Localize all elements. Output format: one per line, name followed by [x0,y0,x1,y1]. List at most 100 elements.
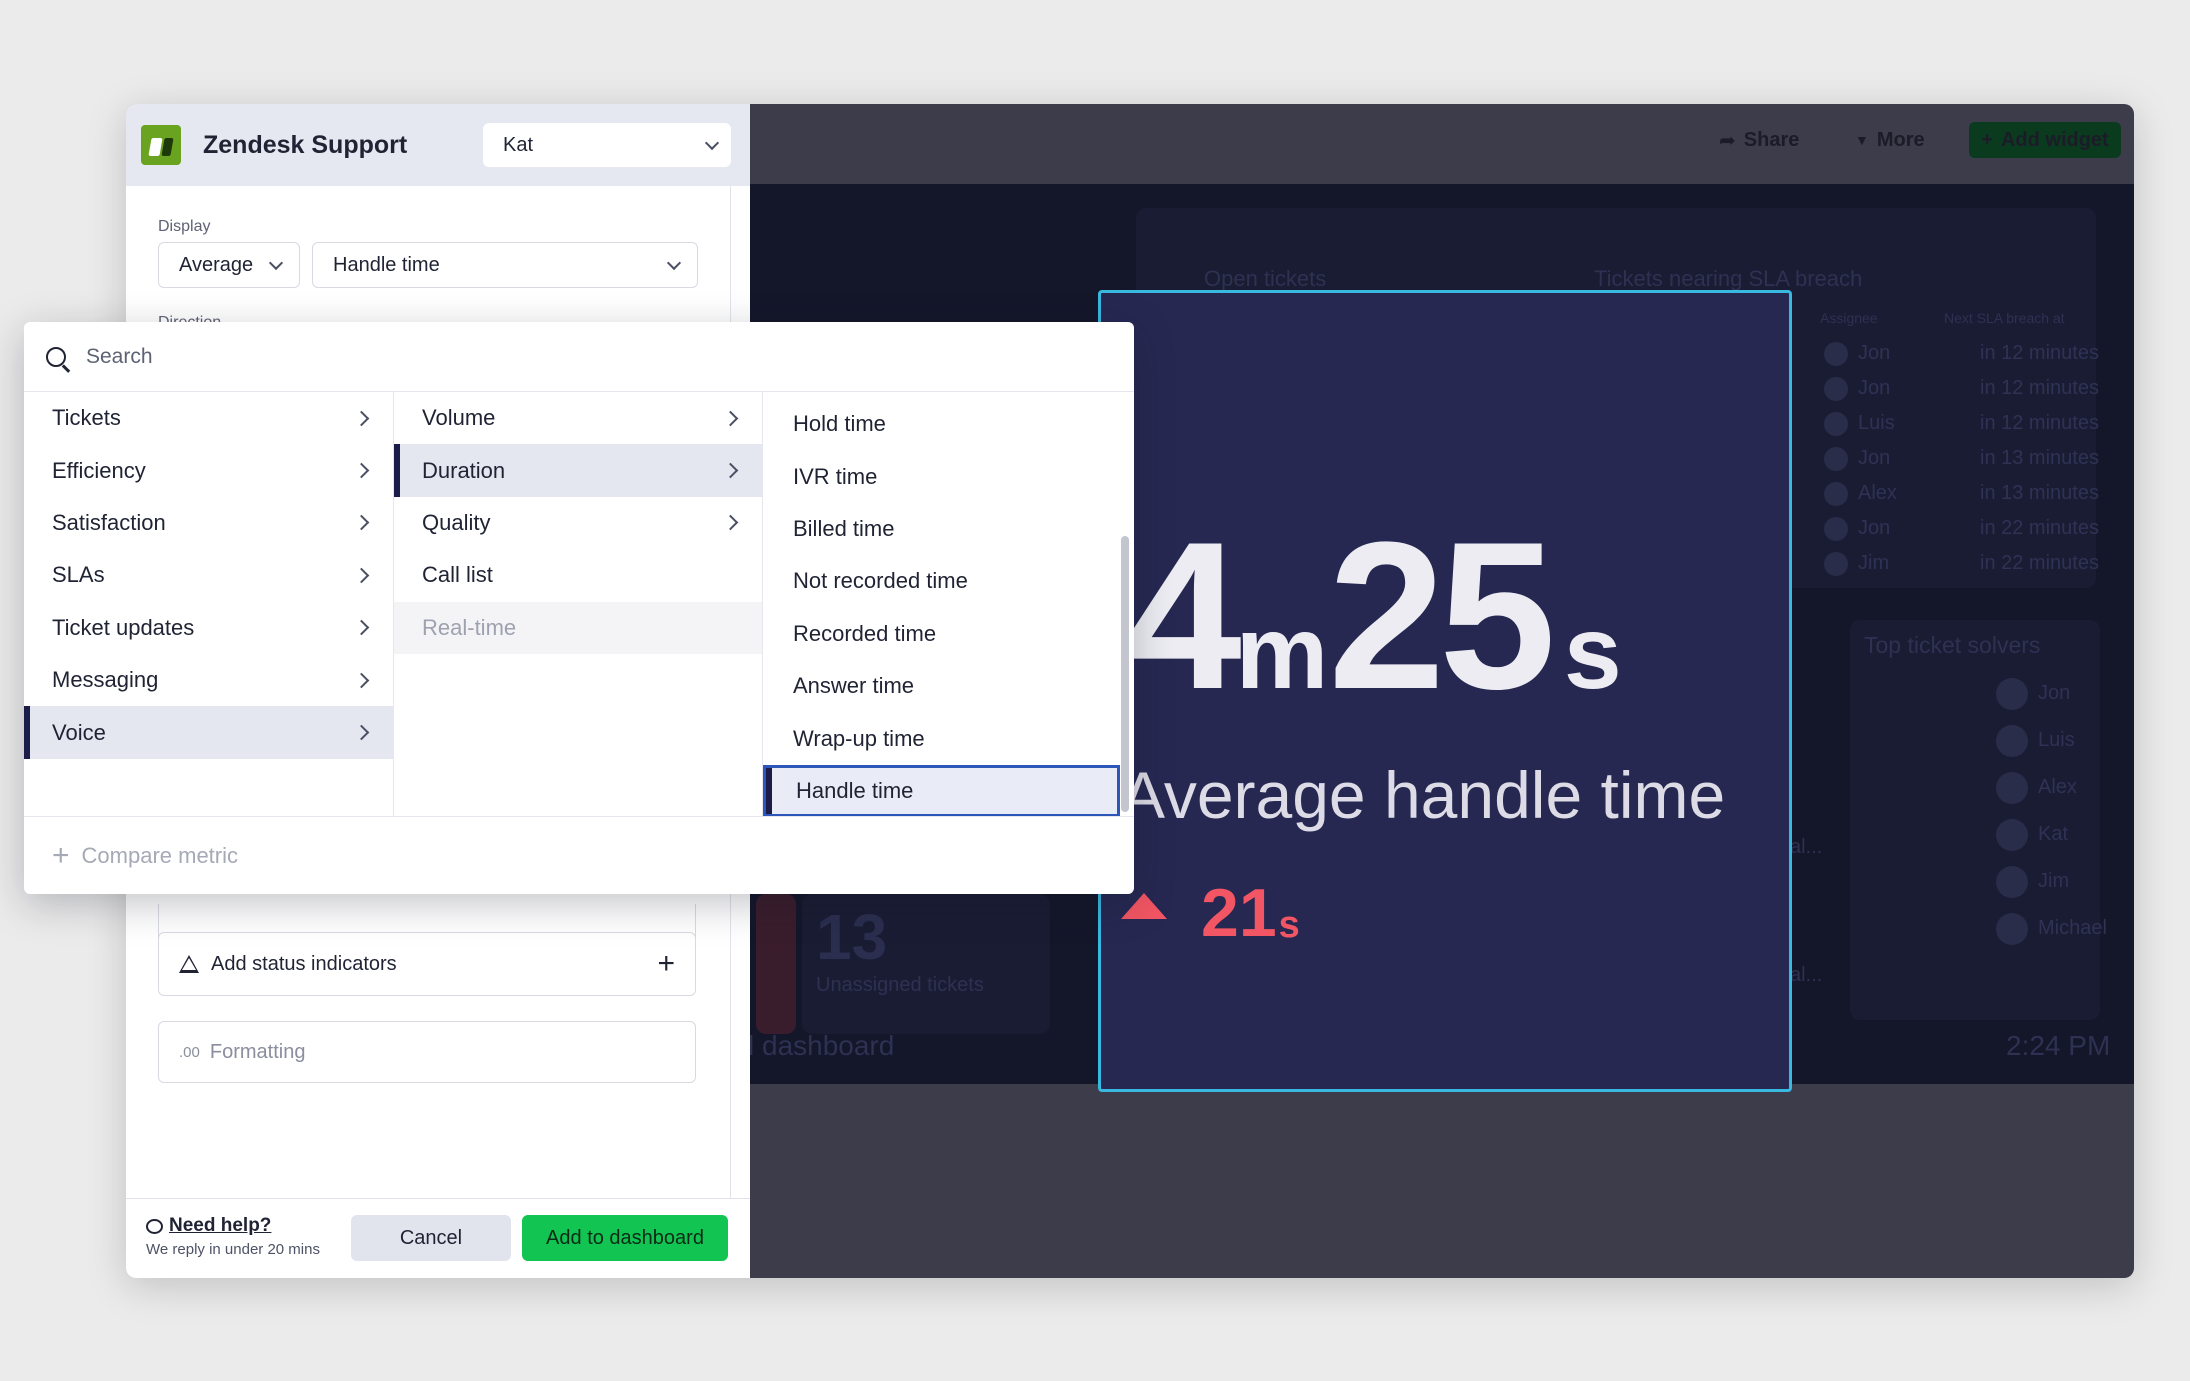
avatar [1996,771,2028,804]
menu-item-duration[interactable]: Duration [394,444,762,498]
avatar [1824,516,1848,541]
menu-item-not-recorded-time[interactable]: Not recorded time [763,555,1134,607]
chevron-down-icon [704,135,720,150]
aggregation-select[interactable]: Average [158,242,300,288]
share-button[interactable]: ➦ Share [1719,122,1799,158]
chevron-right-icon [722,515,739,531]
menu-item-slas[interactable]: SLAs [24,549,393,601]
menu-item-call-list[interactable]: Call list [394,549,762,601]
menu-item-ticket-updates[interactable]: Ticket updates [24,602,393,654]
chevron-down-icon [666,255,682,270]
menu-item-wrap-up-time[interactable]: Wrap-up time [763,712,1134,764]
menu-item-real-time: Real-time [394,601,762,654]
solver-row: Alex333 [1996,764,2134,811]
menu-item-tickets[interactable]: Tickets [24,392,393,444]
clock: 2:24 PM [2006,1030,2111,1061]
menu-item-billed-time[interactable]: Billed time [763,503,1134,555]
metric-label: Average handle time [1121,758,1726,832]
scrollbar-thumb[interactable] [1121,536,1129,812]
chevron-right-icon [722,462,739,479]
menu-item-hold-time[interactable]: Hold time [763,398,1134,450]
help-block: Need help? We reply in under 20 mins [146,1215,320,1258]
truncated-label: al... [1790,964,1823,986]
need-help-link[interactable]: Need help? [146,1215,320,1237]
chevron-right-icon [353,462,370,479]
sla-row: Jim in 22 minutes [1824,546,2134,581]
avatar [1996,912,2028,945]
sla-row: Jon in 13 minutes [1824,441,2134,476]
metric-picker-popover: Tickets Efficiency Satisfaction SLAs Tic… [24,322,1134,894]
avatar [1996,865,2028,898]
category-column: Tickets Efficiency Satisfaction SLAs Tic… [24,392,394,816]
unassigned-label: Unassigned tickets [816,974,984,996]
avatar [1824,446,1848,471]
menu-item-quality[interactable]: Quality [394,497,762,549]
unassigned-value: 13 [816,901,888,973]
metric-delta: 21 s [1121,879,1300,947]
metric-select[interactable]: Handle time [312,242,698,288]
chevron-right-icon [353,410,370,426]
menu-item-efficiency[interactable]: Efficiency [24,444,393,496]
sla-col-assignee: Assignee [1820,310,1878,326]
panel-header: Zendesk Support Kat [126,104,750,186]
avatar [1996,724,2028,757]
sla-col-next: Next SLA breach at [1944,310,2065,326]
open-tickets-title: Open tickets [1204,266,1327,291]
avatar [1996,818,2028,851]
chevron-right-icon [353,724,370,741]
chevron-right-icon [353,619,370,636]
sla-row: Jon in 12 minutes [1824,371,2134,406]
chevron-right-icon [353,672,370,688]
chevron-right-icon [353,567,370,584]
metric-list-scrollbar[interactable] [1118,396,1130,816]
menu-item-handle-time[interactable]: Handle time [763,764,1120,818]
solver-row: Luis392 [1996,717,2134,764]
sla-title: Tickets nearing SLA breach [1594,266,1863,291]
search-bar [24,322,1134,392]
menu-item-volume[interactable]: Volume [394,392,762,444]
plus-icon: + [1981,128,1993,151]
avatar [1824,551,1848,576]
menu-item-satisfaction[interactable]: Satisfaction [24,497,393,549]
sla-row: Luis in 12 minutes [1824,406,2134,441]
alert-widget [756,894,796,1034]
solver-row: Jon650 [1996,670,2134,717]
cancel-button[interactable]: Cancel [351,1215,511,1261]
plus-icon: + [52,838,70,872]
more-button[interactable]: ▼ More [1855,122,1925,158]
sla-row: Jon in 22 minutes [1824,511,2134,546]
menu-item-messaging[interactable]: Messaging [24,654,393,706]
zendesk-logo-icon [141,125,181,165]
help-subtext: We reply in under 20 mins [146,1241,320,1258]
menu-item-answer-time[interactable]: Answer time [763,660,1134,712]
chevron-down-icon [268,255,284,270]
add-status-indicators-button[interactable]: Add status indicators + [158,932,696,996]
metric-preview-card[interactable]: 4m25 s Average handle time 21 s [1098,290,1792,1092]
decimal-format-icon: .00 [179,1043,200,1061]
search-input[interactable] [86,344,686,369]
formatting-button[interactable]: .00 Formatting [158,1021,696,1083]
panel-footer: Need help? We reply in under 20 mins Can… [126,1198,750,1278]
search-icon [46,346,66,367]
solvers-title: Top ticket solvers [1864,632,2041,658]
menu-item-ivr-time[interactable]: IVR time [763,450,1134,502]
compare-metric-button[interactable]: + Compare metric [24,816,1134,894]
chevron-right-icon [353,515,370,531]
avatar [1824,411,1848,436]
menu-item-voice[interactable]: Voice [24,706,393,760]
user-select[interactable]: Kat [483,123,731,167]
menu-item-recorded-time[interactable]: Recorded time [763,608,1134,660]
add-to-dashboard-button[interactable]: Add to dashboard [522,1215,728,1261]
solver-row: Michael298 [1996,905,2134,952]
plus-icon: + [657,947,675,980]
metric-value: 4m25 s [1125,498,1622,733]
solver-row: Kat313 [1996,811,2134,858]
warning-icon [179,955,199,973]
truncated-label: al... [1790,836,1823,858]
add-widget-button[interactable]: + Add widget [1969,122,2121,158]
avatar [1824,481,1848,506]
caret-down-icon: ▼ [1855,132,1869,148]
display-label: Display [158,218,211,235]
sla-row: Jon in 12 minutes [1824,336,2134,371]
sla-row: Alex in 13 minutes [1824,476,2134,511]
